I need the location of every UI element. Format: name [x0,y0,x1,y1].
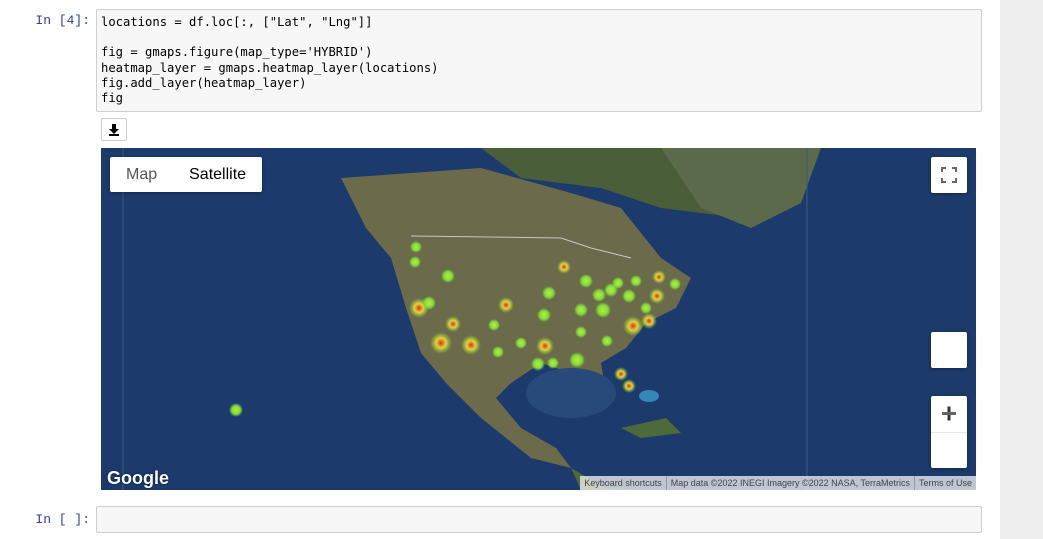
map-attribution-bar: Keyboard shortcuts Map data ©2022 INEGI … [580,476,976,490]
map-widget[interactable]: Map Satellite Google Keyboard shortcuts … [101,148,976,490]
code-editor[interactable]: locations = df.loc[:, ["Lat", "Lng"]] fi… [97,10,981,111]
zoom-out-button[interactable] [931,412,967,468]
map-type-map-button[interactable]: Map [110,157,173,192]
satellite-map [101,148,976,490]
download-icon [109,124,119,136]
cell-prompt-empty: In [ ]: [35,512,90,527]
google-logo: Google [107,468,169,488]
minus-icon [942,412,956,415]
street-view-icon [931,332,967,368]
street-view-pegman-button[interactable] [931,332,967,368]
code-line-4: heatmap_layer = gmaps.heatmap_layer(loca… [101,60,439,75]
map-type-control[interactable]: Map Satellite [110,157,263,192]
code-line-5: fig.add_layer(heatmap_layer) [101,75,307,90]
cell-prompt: In [4]: [35,13,90,28]
download-button[interactable] [101,118,127,141]
map-type-satellite-button[interactable]: Satellite [173,157,262,192]
code-line-1: locations = df.loc[:, ["Lat", "Lng"]] [101,15,373,29]
code-line-3: fig = gmaps.figure(map_type='HYBRID') [101,45,373,60]
code-cell-input[interactable]: locations = df.loc[:, ["Lat", "Lng"]] fi… [96,9,982,112]
fullscreen-button[interactable] [931,157,967,193]
map-data-attribution: Map data ©2022 INEGI Imagery ©2022 NASA,… [665,476,914,490]
code-line-6: fig [101,91,124,106]
fullscreen-icon [941,167,957,183]
notebook-scrollbar-gutter [1000,0,1043,539]
code-cell-input-empty[interactable] [96,506,982,533]
terms-of-use-link[interactable]: Terms of Use [913,476,976,490]
keyboard-shortcuts-link[interactable]: Keyboard shortcuts [580,476,666,490]
zoom-control[interactable] [931,396,967,468]
